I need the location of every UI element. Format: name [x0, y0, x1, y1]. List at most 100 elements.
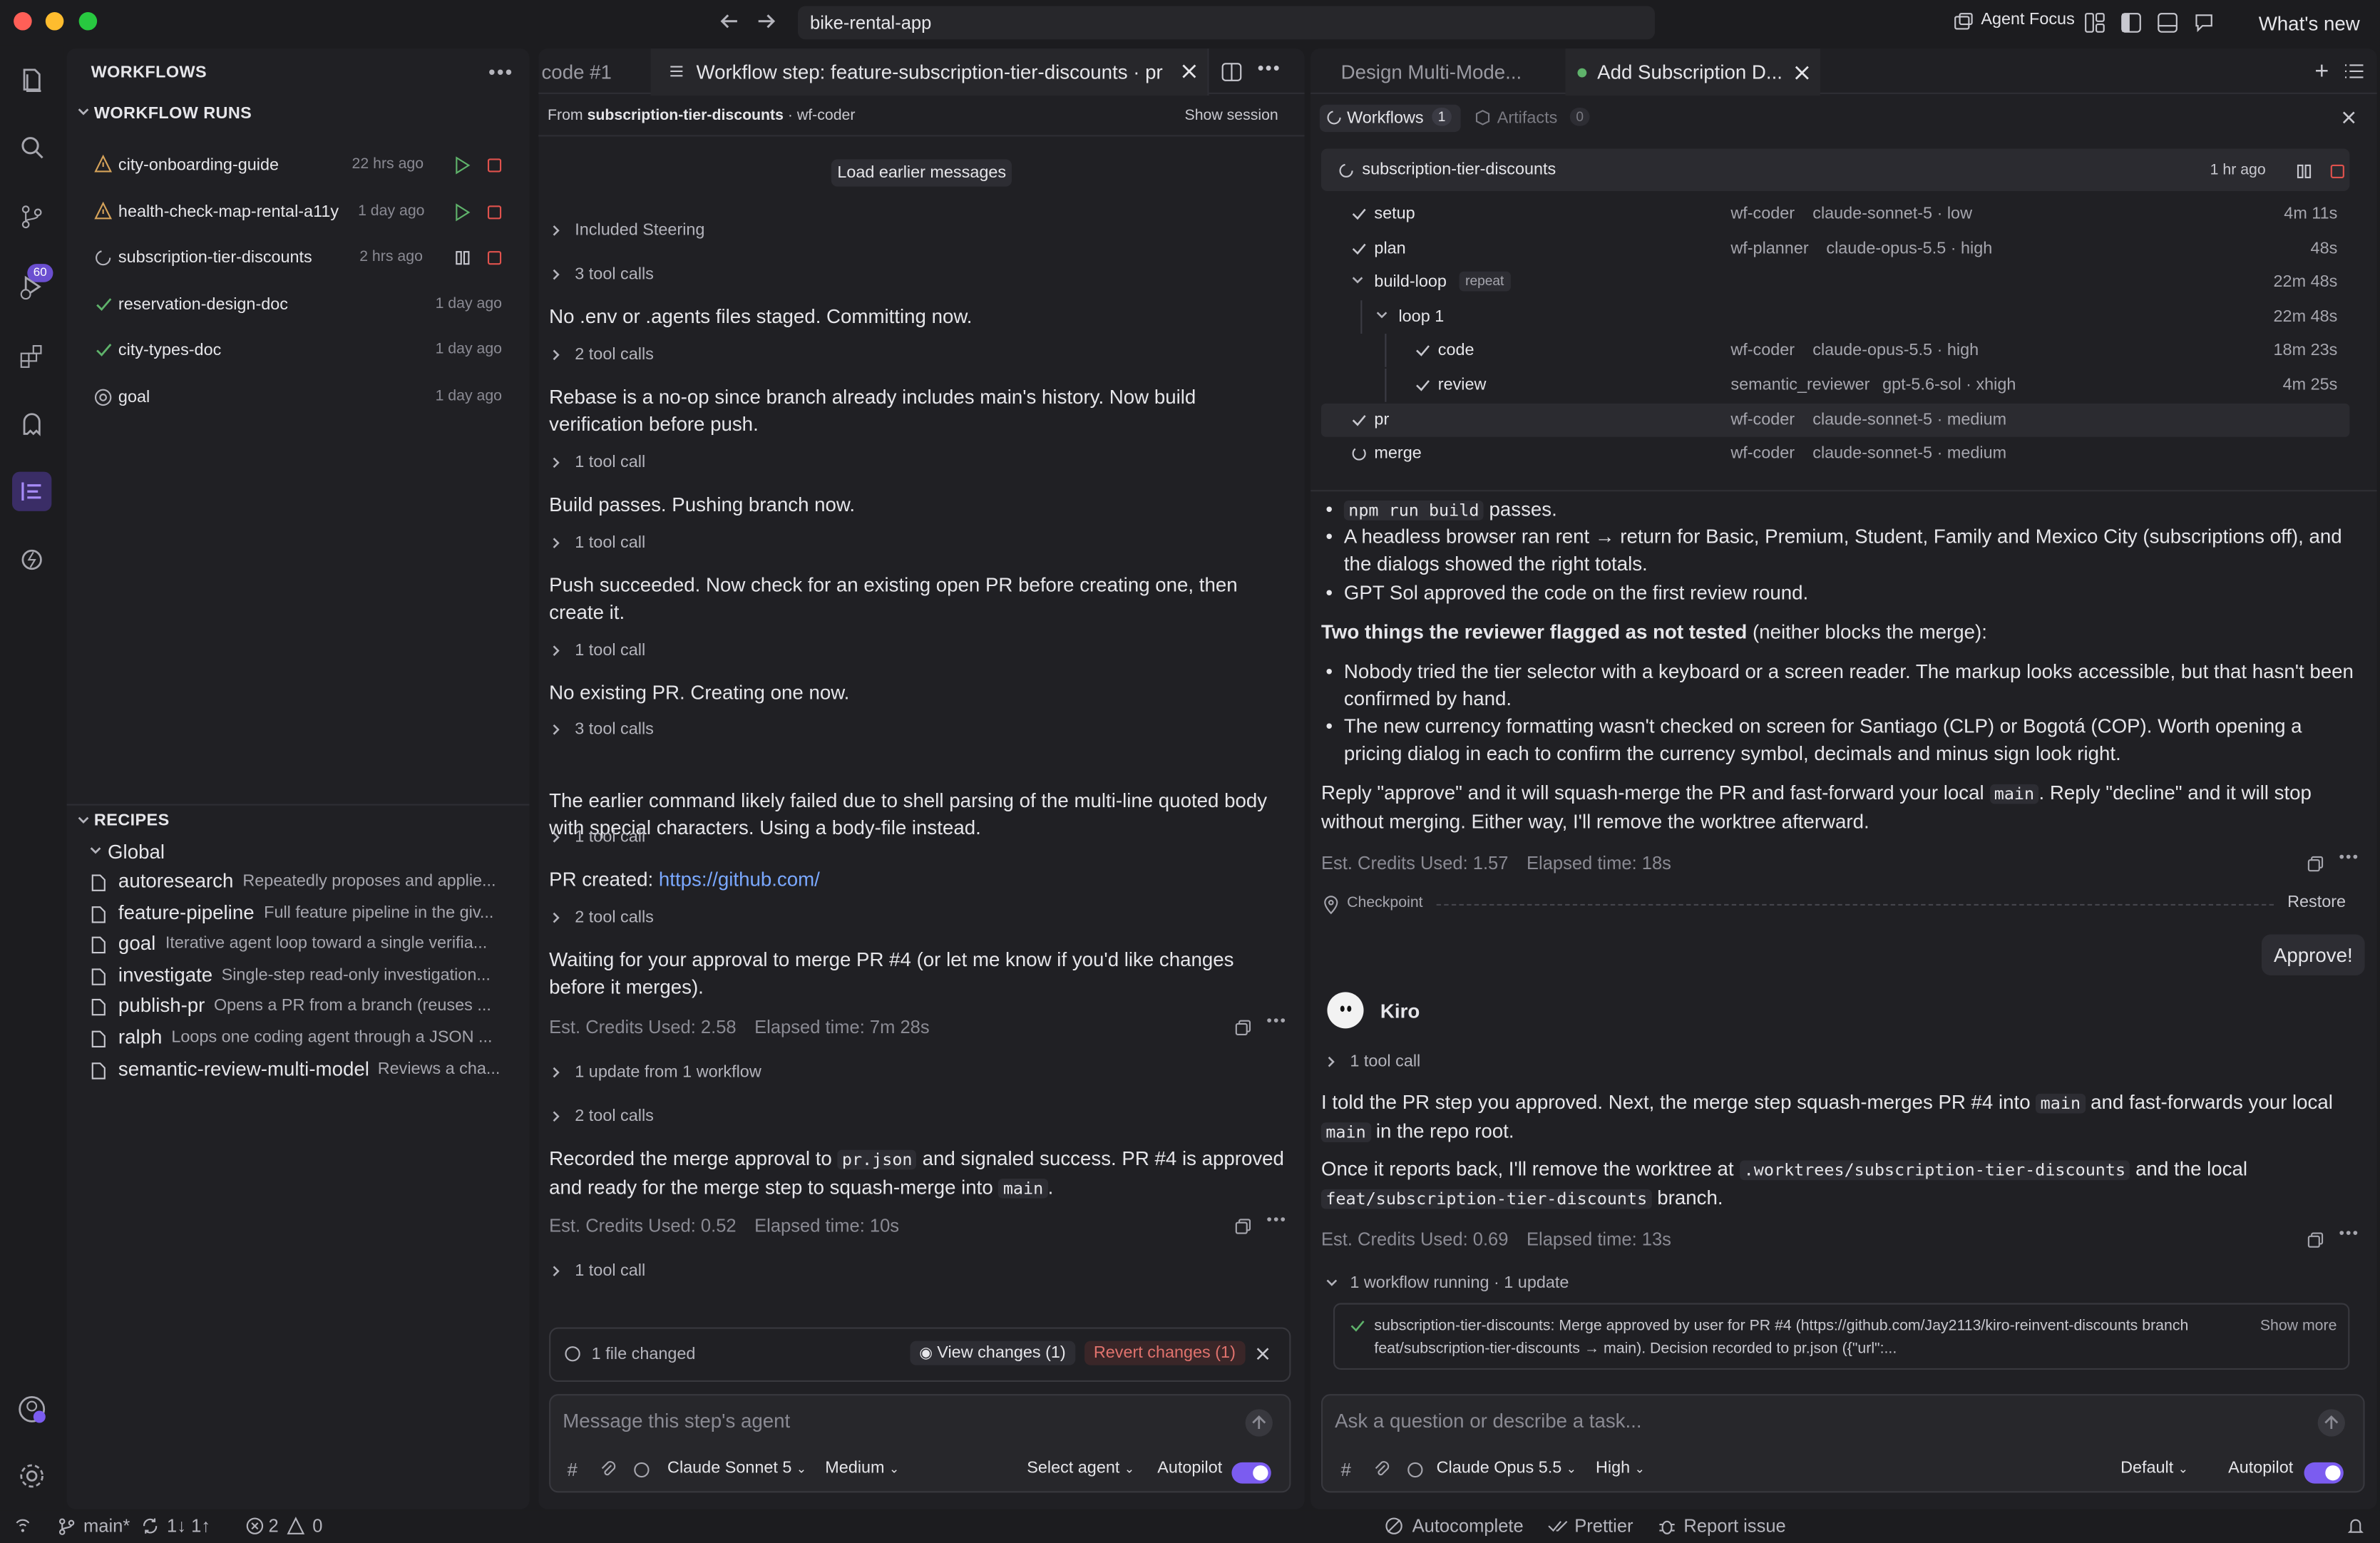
close-icon[interactable]: [1256, 1347, 1269, 1360]
more-options-icon[interactable]: •••: [1266, 1212, 1287, 1229]
send-arrow-icon[interactable]: [2317, 1409, 2345, 1437]
autocomplete-button[interactable]: Autocomplete: [1412, 1515, 1524, 1537]
stop-icon[interactable]: [487, 205, 502, 220]
workflow-step-row[interactable]: loop 1 22m 48s: [1321, 299, 2349, 334]
address-bar[interactable]: bike-rental-app: [798, 6, 1655, 40]
autopilot-toggle[interactable]: [1231, 1462, 1271, 1484]
run-row[interactable]: city-types-doc 1 day ago: [67, 332, 530, 369]
forward-arrow-icon[interactable]: [755, 11, 776, 32]
copy-icon[interactable]: [2307, 1231, 2324, 1248]
hash-icon[interactable]: #: [1341, 1460, 1351, 1481]
recipe-item[interactable]: investigate Single-step read-only investi…: [88, 961, 521, 992]
remote-icon[interactable]: [14, 1517, 32, 1535]
effort-select[interactable]: High ⌄: [1596, 1460, 1645, 1478]
workflow-step-row[interactable]: plan wf-planner claude-opus-5.5 · high 48s: [1321, 232, 2349, 265]
workflow-step-row[interactable]: review semantic_reviewer gpt-5.6-sol · xhi…: [1321, 368, 2349, 402]
revert-changes-button[interactable]: Revert changes (1): [1084, 1340, 1245, 1365]
view-changes-button[interactable]: ◉ View changes (1): [910, 1340, 1075, 1365]
recipe-item[interactable]: goal Iterative agent loop toward a single…: [88, 930, 521, 960]
workflow-step-row[interactable]: pr wf-coder claude-sonnet-5 · medium: [1320, 403, 2350, 436]
effort-select[interactable]: Medium ⌄: [825, 1460, 899, 1478]
minimize-window-button[interactable]: [45, 12, 64, 31]
recipe-item[interactable]: publish-pr Opens a PR from a branch (reus…: [88, 993, 521, 1023]
copy-icon[interactable]: [2307, 856, 2324, 872]
bell-icon[interactable]: [2346, 1517, 2365, 1535]
tool-call-toggle[interactable]: 2 tool calls: [550, 344, 654, 366]
stop-icon[interactable]: [487, 250, 502, 265]
run-debug-icon[interactable]: [12, 267, 51, 306]
more-options-icon[interactable]: •••: [1258, 58, 1281, 79]
more-options-icon[interactable]: •••: [488, 61, 513, 83]
model-select[interactable]: Claude Sonnet 5 ⌄: [667, 1460, 806, 1478]
select-agent-dropdown[interactable]: Select agent ⌄: [1027, 1460, 1134, 1478]
run-row[interactable]: subscription-tier-discounts 2 hrs ago: [67, 240, 530, 276]
chat-icon[interactable]: [2193, 12, 2215, 34]
close-icon[interactable]: [2342, 111, 2356, 124]
extensions-icon[interactable]: [12, 337, 51, 376]
workflow-runs-header[interactable]: WORKFLOW RUNS: [94, 105, 252, 123]
powers-icon[interactable]: [12, 540, 51, 579]
warning-count[interactable]: 0: [312, 1515, 322, 1537]
global-group-label[interactable]: Global: [108, 841, 165, 863]
tool-call-toggle[interactable]: 1 update from 1 workflow: [550, 1062, 761, 1083]
tool-call-toggle[interactable]: 3 tool calls: [550, 719, 654, 740]
tool-call-toggle[interactable]: 2 tool calls: [550, 907, 654, 928]
new-tab-icon[interactable]: +: [2314, 59, 2329, 86]
tab-design-multi-mode[interactable]: Design Multi-Mode...: [1341, 61, 1522, 83]
show-session-button[interactable]: Show session: [1184, 108, 1278, 124]
whats-new-button[interactable]: What's new: [2259, 12, 2360, 35]
recipe-item[interactable]: feature-pipeline Full feature pipeline in…: [88, 899, 521, 930]
panel-toggle-icon[interactable]: [2157, 12, 2178, 34]
sync-status[interactable]: 1↓ 1↑: [167, 1515, 210, 1537]
prettier-button[interactable]: Prettier: [1574, 1515, 1633, 1537]
maximize-window-button[interactable]: [78, 12, 98, 31]
report-issue-button[interactable]: Report issue: [1683, 1515, 1785, 1537]
tool-call-toggle[interactable]: 2 tool calls: [550, 1106, 654, 1127]
recipes-header[interactable]: RECIPES: [94, 811, 170, 830]
search-icon[interactable]: [12, 128, 51, 167]
pause-icon[interactable]: [2297, 164, 2312, 179]
load-earlier-button[interactable]: Load earlier messages: [831, 159, 1012, 187]
tool-call-toggle[interactable]: 1 tool call: [550, 533, 645, 554]
message-input[interactable]: Message this step's agent: [563, 1409, 790, 1432]
close-icon[interactable]: [1795, 65, 1810, 80]
sync-icon[interactable]: [141, 1517, 160, 1535]
send-arrow-icon[interactable]: [1245, 1409, 1273, 1437]
pause-icon[interactable]: [455, 250, 470, 265]
tool-call-toggle[interactable]: 3 tool calls: [550, 264, 654, 285]
from-workflow-name[interactable]: subscription-tier-discounts: [588, 108, 784, 124]
settings-gear-icon[interactable]: [12, 1456, 51, 1495]
tool-call-toggle[interactable]: 1 tool call: [550, 1261, 645, 1282]
stop-icon[interactable]: [2330, 164, 2345, 179]
recipe-item[interactable]: ralph Loops one coding agent through a JS…: [88, 1024, 521, 1055]
tool-call-toggle[interactable]: 1 tool call: [1325, 1052, 1420, 1071]
hash-icon[interactable]: #: [568, 1460, 578, 1481]
play-icon[interactable]: [455, 156, 471, 175]
run-row[interactable]: health-check-map-rental-a11y 1 day ago: [67, 194, 530, 230]
more-options-icon[interactable]: •••: [2339, 1226, 2359, 1242]
close-window-button[interactable]: [14, 12, 32, 31]
show-more-button[interactable]: Show more: [2260, 1318, 2337, 1335]
workflow-step-row[interactable]: code wf-coder claude-opus-5.5 · high 18m 23…: [1321, 334, 2349, 368]
more-options-icon[interactable]: •••: [1266, 1013, 1287, 1030]
more-options-icon[interactable]: •••: [2339, 849, 2359, 866]
run-row[interactable]: reservation-design-doc 1 day ago: [67, 287, 530, 323]
tool-call-toggle[interactable]: 1 tool call: [550, 452, 645, 473]
chevron-down-icon[interactable]: [76, 813, 91, 828]
recipe-item[interactable]: autoresearch Repeatedly proposes and appl…: [88, 868, 521, 898]
tool-call-toggle[interactable]: 1 tool call: [550, 640, 645, 662]
tool-call-toggle[interactable]: 1 tool call: [550, 826, 645, 848]
sidebar-toggle-icon[interactable]: [2120, 12, 2142, 34]
copy-icon[interactable]: [1235, 1218, 1251, 1234]
tab-code-1[interactable]: code #1: [541, 61, 611, 83]
chevron-down-icon[interactable]: [88, 844, 103, 858]
chevron-down-icon[interactable]: [76, 105, 91, 120]
back-arrow-icon[interactable]: [719, 11, 740, 32]
run-row[interactable]: goal 1 day ago: [67, 379, 530, 416]
kiro-ghost-icon[interactable]: [12, 404, 51, 443]
copy-icon[interactable]: [1235, 1020, 1251, 1036]
split-editor-icon[interactable]: [1221, 62, 1243, 82]
workflow-step-row[interactable]: merge wf-coder claude-sonnet-5 · medium: [1321, 437, 2349, 471]
artifacts-tab[interactable]: Artifacts: [1497, 109, 1558, 128]
attach-icon[interactable]: [1373, 1461, 1391, 1480]
